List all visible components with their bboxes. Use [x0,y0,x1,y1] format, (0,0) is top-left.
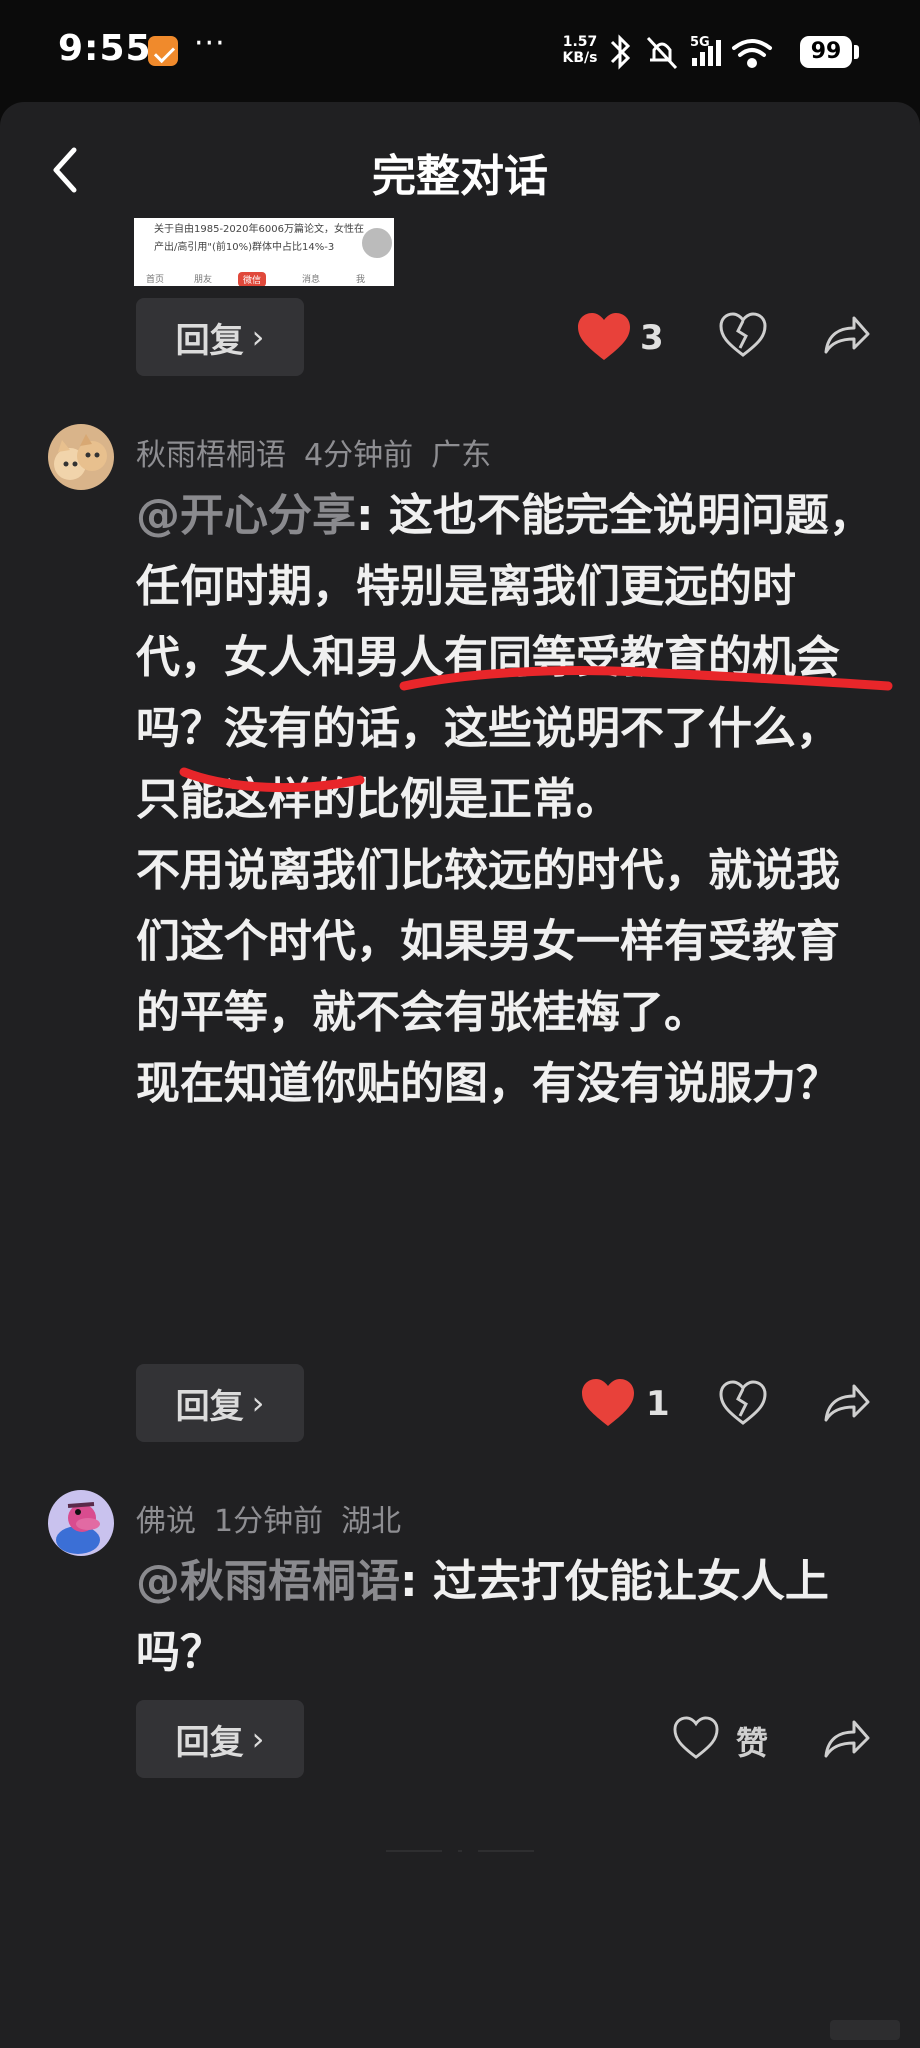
image-tab: 我 [356,275,366,285]
comment-paragraph: @开心分享: 这也不能完全说明问题，任何时期，特别是离我们更远的时代，女人和男人… [136,480,876,835]
comment-paragraph: 现在知道你贴的图，有没有说服力？ [136,1058,840,1109]
comment-meta: 秋雨梧桐语 4分钟前 广东 [136,430,509,474]
image-tab-bar: 首页 朋友 微信 消息 我 [134,268,394,286]
mute-icon [646,36,678,70]
more-notifications-icon: ··· [194,26,226,61]
status-bar: 9:55 ··· 1.57 KB/s 5G 99 [0,0,920,100]
image-tab: 朋友 [194,275,213,285]
chevron-right-icon: › [251,1384,265,1422]
mention-link[interactable]: @秋雨梧桐语 [136,1556,400,1607]
share-icon[interactable] [822,1716,872,1762]
username[interactable]: 佛说 [136,1504,196,1539]
attached-image[interactable]: 关于自由1985-2020年6006万篇论文，女性在 产出/高引用"(前10%)… [134,218,394,286]
reply-button[interactable]: 回复 › [136,1700,304,1778]
page-title: 完整对话 [372,151,548,202]
comment-body: @秋雨梧桐语: 过去打仗能让女人上吗？ [136,1546,876,1688]
network-speed-unit: KB/s [562,50,598,66]
share-icon[interactable] [822,312,872,358]
network-speed-value: 1.57 [562,34,598,50]
mention-link[interactable]: @开心分享 [136,490,356,541]
comment-time: 1分钟前 [214,1504,324,1539]
reply-label: 回复 [175,1722,244,1763]
reply-button[interactable]: 回复 › [136,298,304,376]
reply-label: 回复 [175,320,244,361]
battery-tip [854,45,859,59]
comment-time: 4分钟前 [304,438,414,473]
wifi-icon [732,39,772,68]
image-tab: 消息 [302,275,321,285]
app-notification-icon [148,36,178,66]
network-speed: 1.57 KB/s [556,34,604,66]
network-type-label: 5G [690,35,710,50]
battery-icon: 99 [800,36,852,68]
image-tab-active: 微信 [238,272,267,286]
image-text-line: 关于自由1985-2020年6006万篇论文，女性在 [154,224,364,235]
like-label[interactable]: 赞 [736,1718,768,1764]
signal-icon: 5G [690,35,721,66]
avatar-cartoon[interactable] [48,1490,114,1556]
status-icons: 5G [610,34,772,70]
heart-filled-icon[interactable] [580,1378,636,1428]
chevron-right-icon: › [251,1720,265,1758]
comment-location: 广东 [431,438,492,473]
comment-paragraph: @秋雨梧桐语: 过去打仗能让女人上吗？ [136,1546,876,1688]
reply-button[interactable]: 回复 › [136,1364,304,1442]
loading-indicator [380,1848,540,1854]
bluetooth-icon [610,34,631,70]
status-time: 9:55 [58,28,152,69]
avatar-cats[interactable] [48,424,114,490]
comment-meta: 佛说 1分钟前 湖北 [136,1496,419,1540]
image-avatar [360,226,394,260]
comment-paragraph: 不用说离我们比较远的时代，就说我们这个时代，如果男女一样有受教育的平等，就不会有… [136,845,840,1038]
share-icon[interactable] [822,1380,872,1426]
heart-filled-icon[interactable] [576,312,632,362]
dislike-broken-heart-icon[interactable] [718,312,768,358]
comment-location: 湖北 [341,1504,402,1539]
heart-outline-icon[interactable] [672,1716,720,1760]
image-tab: 首页 [146,275,165,285]
watermark [830,2020,900,2040]
reply-label: 回复 [175,1386,244,1427]
like-count: 3 [640,318,664,358]
image-text-line: 产出/高引用"(前10%)群体中占比14%-3 [154,242,335,253]
like-count: 1 [646,1384,670,1424]
comment-body: @开心分享: 这也不能完全说明问题，任何时期，特别是离我们更远的时代，女人和男人… [136,480,876,1119]
dislike-broken-heart-icon[interactable] [718,1380,768,1426]
username[interactable]: 秋雨梧桐语 [136,438,286,473]
chevron-right-icon: › [251,318,265,356]
